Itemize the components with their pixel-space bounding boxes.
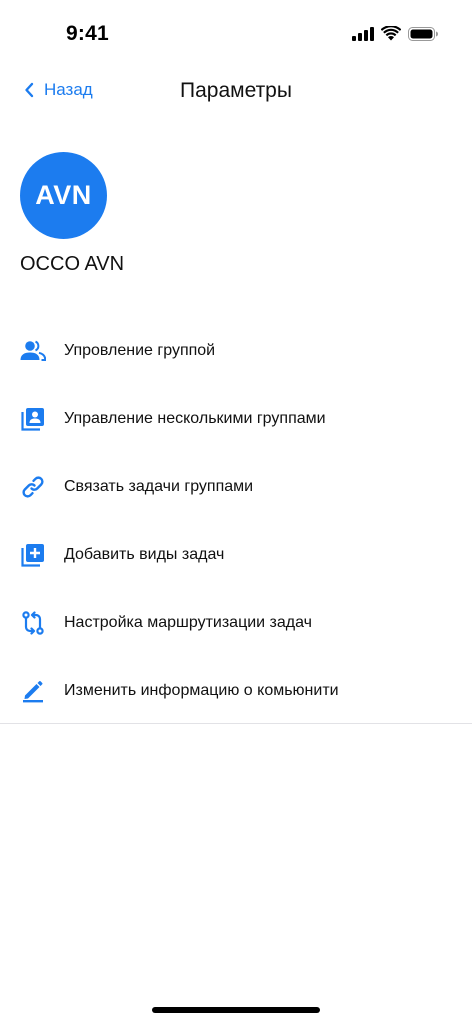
people-icon [20, 338, 46, 364]
menu-item-link-tasks[interactable]: Связать задачи группами [0, 453, 472, 521]
status-time: 9:41 [66, 22, 109, 45]
status-icons [352, 26, 438, 41]
wifi-icon [381, 26, 401, 41]
menu-item-label: Упровление группой [64, 342, 216, 359]
contacts-icon [20, 406, 46, 432]
link-icon [20, 474, 46, 500]
avatar: AVN [20, 152, 107, 239]
cellular-signal-icon [352, 26, 374, 41]
menu-item-edit-community-info[interactable]: Изменить информацию о комьюнити [0, 657, 472, 725]
settings-menu: Упровление группой Управление нескольким… [0, 317, 472, 725]
divider [0, 723, 472, 724]
menu-item-add-task-types[interactable]: Добавить виды задач [0, 521, 472, 589]
status-bar: 9:41 [0, 0, 472, 72]
menu-item-label: Связать задачи группами [64, 478, 254, 495]
menu-item-label: Добавить виды задач [64, 546, 225, 563]
community-name: OCCO AVN [20, 253, 125, 275]
home-indicator[interactable] [152, 1007, 320, 1013]
page-title: Параметры [180, 79, 292, 102]
menu-item-task-routing[interactable]: Настройка маршрутизации задач [0, 589, 472, 657]
add-box-icon [20, 542, 46, 568]
menu-item-label: Управление несколькими группами [64, 410, 326, 427]
menu-item-label: Настройка маршрутизации задач [64, 614, 312, 631]
menu-item-label: Изменить информацию о комьюнити [64, 682, 339, 699]
pencil-icon [20, 678, 46, 704]
avatar-initials: AVN [35, 180, 92, 210]
battery-icon [408, 26, 438, 41]
routing-icon [20, 610, 46, 636]
menu-item-multi-group-management[interactable]: Управление несколькими группами [0, 385, 472, 453]
navigation-bar: Назад Параметры [0, 72, 472, 112]
menu-item-group-management[interactable]: Упровление группой [0, 317, 472, 385]
